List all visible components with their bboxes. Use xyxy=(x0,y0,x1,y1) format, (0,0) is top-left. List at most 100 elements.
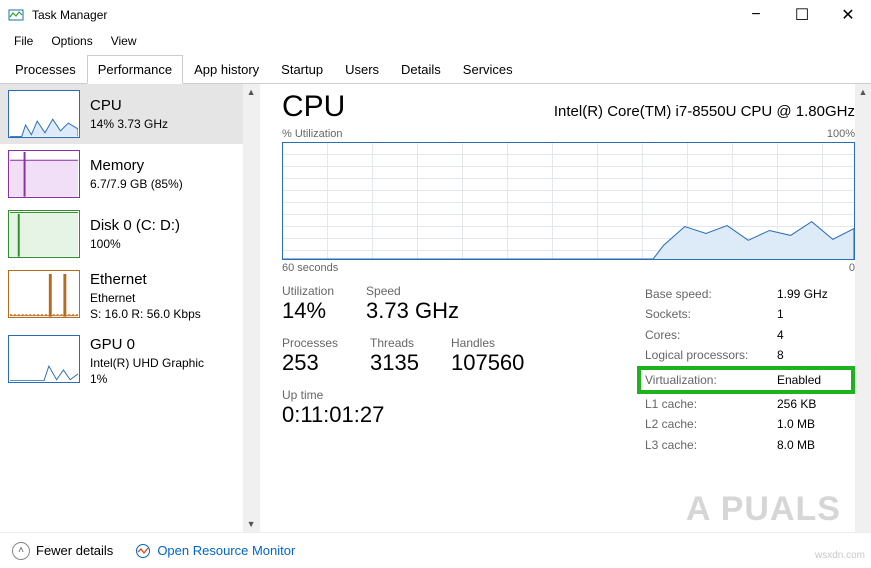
disk-card-text: Disk 0 (C: D:) 100% xyxy=(90,210,180,258)
cpu-card-sub: 14% 3.73 GHz xyxy=(90,116,168,132)
handles-label: Handles xyxy=(451,336,524,350)
content-header: CPU Intel(R) Core(TM) i7-8550U CPU @ 1.8… xyxy=(282,90,855,128)
sidebar-item-disk[interactable]: Disk 0 (C: D:) 100% xyxy=(0,204,243,264)
sidebar-item-gpu[interactable]: GPU 0 Intel(R) UHD Graphic 1% xyxy=(0,329,243,394)
tab-startup[interactable]: Startup xyxy=(270,55,334,84)
kv-l3: L3 cache:8.0 MB xyxy=(645,435,855,455)
speed-value: 3.73 GHz xyxy=(366,298,459,324)
kv-l2: L2 cache:1.0 MB xyxy=(645,414,855,434)
memory-thumbnail xyxy=(8,150,80,198)
gpu-card-name: GPU 0 xyxy=(90,335,204,355)
utilization-label: Utilization xyxy=(282,284,334,298)
memory-card-text: Memory 6.7/7.9 GB (85%) xyxy=(90,150,183,198)
window-title: Task Manager xyxy=(32,8,733,22)
stat-uptime: Up time 0:11:01:27 xyxy=(282,388,524,428)
speed-label: Speed xyxy=(366,284,459,298)
stats-right: Base speed:1.99 GHz Sockets:1 Cores:4 Lo… xyxy=(645,284,855,455)
kv-cores: Cores:4 xyxy=(645,325,855,345)
threads-value: 3135 xyxy=(370,350,419,376)
kv-l1: L1 cache:256 KB xyxy=(645,394,855,414)
menu-options[interactable]: Options xyxy=(43,32,100,50)
stat-utilization: Utilization 14% xyxy=(282,284,334,324)
sidebar-item-memory[interactable]: Memory 6.7/7.9 GB (85%) xyxy=(0,144,243,204)
tab-users[interactable]: Users xyxy=(334,55,390,84)
sidebar-item-cpu[interactable]: CPU 14% 3.73 GHz xyxy=(0,84,243,144)
processes-label: Processes xyxy=(282,336,338,350)
kv-virtualization: Virtualization:Enabled xyxy=(637,366,855,394)
stats-area: Utilization 14% Speed 3.73 GHz Processes… xyxy=(282,284,855,455)
utilization-chart xyxy=(282,142,855,260)
fewer-details-button[interactable]: ˄ Fewer details xyxy=(12,542,113,560)
window-controls: − ☐ ✕ xyxy=(733,0,871,30)
disk-card-name: Disk 0 (C: D:) xyxy=(90,216,180,236)
stat-speed: Speed 3.73 GHz xyxy=(366,284,459,324)
kv-logical: Logical processors:8 xyxy=(645,345,855,365)
chart-top-labels: % Utilization 100% xyxy=(282,128,855,140)
chart-xleft: 60 seconds xyxy=(282,262,338,274)
sidebar: CPU 14% 3.73 GHz Memory 6.7/7.9 GB (85%) xyxy=(0,84,243,532)
tab-performance[interactable]: Performance xyxy=(87,55,183,84)
main-area: CPU 14% 3.73 GHz Memory 6.7/7.9 GB (85%) xyxy=(0,84,871,532)
disk-thumbnail xyxy=(8,210,80,258)
stat-threads: Threads 3135 xyxy=(370,336,419,376)
gpu-card-sub2: 1% xyxy=(90,371,204,387)
tab-app-history[interactable]: App history xyxy=(183,55,270,84)
uptime-value: 0:11:01:27 xyxy=(282,402,524,428)
stats-left: Utilization 14% Speed 3.73 GHz Processes… xyxy=(282,284,524,455)
menu-file[interactable]: File xyxy=(6,32,41,50)
minimize-button[interactable]: − xyxy=(733,0,779,30)
cpu-model: Intel(R) Core(TM) i7-8550U CPU @ 1.80GHz xyxy=(554,103,855,120)
close-button[interactable]: ✕ xyxy=(825,0,871,30)
menu-view[interactable]: View xyxy=(103,32,145,50)
memory-card-sub: 6.7/7.9 GB (85%) xyxy=(90,176,183,192)
open-resource-monitor-link[interactable]: Open Resource Monitor xyxy=(135,543,295,559)
content-scrollbar[interactable]: ▲ xyxy=(855,84,871,532)
scroll-down-icon[interactable]: ▼ xyxy=(243,516,259,532)
tab-services[interactable]: Services xyxy=(452,55,524,84)
chart-ymax: 100% xyxy=(827,128,855,140)
cpu-card-text: CPU 14% 3.73 GHz xyxy=(90,90,168,138)
stat-processes: Processes 253 xyxy=(282,336,338,376)
ethernet-card-sub2: S: 16.0 R: 56.0 Kbps xyxy=(90,306,201,322)
gpu-card-text: GPU 0 Intel(R) UHD Graphic 1% xyxy=(90,335,204,388)
chevron-up-icon: ˄ xyxy=(12,542,30,560)
sidebar-scrollbar[interactable]: ▲ ▼ xyxy=(243,84,259,532)
sidebar-item-ethernet[interactable]: Ethernet Ethernet S: 16.0 R: 56.0 Kbps xyxy=(0,264,243,329)
scroll-up-icon[interactable]: ▲ xyxy=(243,84,259,100)
tab-strip: Processes Performance App history Startu… xyxy=(0,52,871,84)
gpu-thumbnail xyxy=(8,335,80,383)
fewer-details-label: Fewer details xyxy=(36,543,113,558)
chart-bottom-labels: 60 seconds 0 xyxy=(282,262,855,274)
uptime-label: Up time xyxy=(282,388,524,402)
cpu-card-name: CPU xyxy=(90,96,168,116)
chart-ylabel: % Utilization xyxy=(282,128,343,140)
kv-base-speed: Base speed:1.99 GHz xyxy=(645,284,855,304)
cpu-thumbnail xyxy=(8,90,80,138)
task-manager-icon xyxy=(8,7,24,23)
tab-details[interactable]: Details xyxy=(390,55,452,84)
watermark-small: wsxdn.com xyxy=(815,550,865,561)
processes-value: 253 xyxy=(282,350,338,376)
memory-card-name: Memory xyxy=(90,156,183,176)
ethernet-card-sub1: Ethernet xyxy=(90,290,201,306)
stat-handles: Handles 107560 xyxy=(451,336,524,376)
handles-value: 107560 xyxy=(451,350,524,376)
threads-label: Threads xyxy=(370,336,419,350)
titlebar: Task Manager − ☐ ✕ xyxy=(0,0,871,30)
maximize-button[interactable]: ☐ xyxy=(779,0,825,30)
open-resource-monitor-label: Open Resource Monitor xyxy=(157,543,295,558)
page-title: CPU xyxy=(282,90,345,124)
content-pane: CPU Intel(R) Core(TM) i7-8550U CPU @ 1.8… xyxy=(260,84,871,532)
ethernet-thumbnail xyxy=(8,270,80,318)
content-scroll-up-icon[interactable]: ▲ xyxy=(855,84,871,100)
menubar: File Options View xyxy=(0,30,871,52)
tab-processes[interactable]: Processes xyxy=(4,55,87,84)
kv-sockets: Sockets:1 xyxy=(645,304,855,324)
resource-monitor-icon xyxy=(135,543,151,559)
ethernet-card-name: Ethernet xyxy=(90,270,201,290)
sidebar-column: CPU 14% 3.73 GHz Memory 6.7/7.9 GB (85%) xyxy=(0,84,260,532)
utilization-value: 14% xyxy=(282,298,334,324)
ethernet-card-text: Ethernet Ethernet S: 16.0 R: 56.0 Kbps xyxy=(90,270,201,323)
footer: ˄ Fewer details Open Resource Monitor xyxy=(0,532,871,568)
disk-card-sub: 100% xyxy=(90,236,180,252)
